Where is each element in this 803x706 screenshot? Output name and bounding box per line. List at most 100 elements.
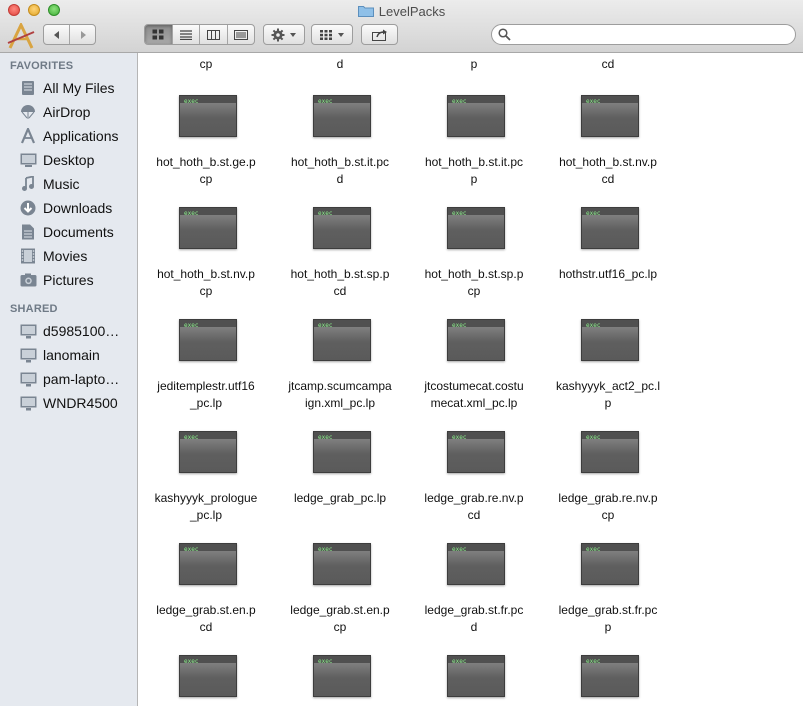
file-name-line-2: cp: [199, 172, 213, 186]
file-item[interactable]: exec jtcamp.scumcampa ign.xml_pc.lp: [273, 319, 407, 431]
back-button[interactable]: [44, 25, 70, 44]
file-item-partial[interactable]: d: [273, 53, 407, 79]
column-view-icon: [206, 29, 220, 40]
file-name-line-1: hot_hoth_b.st.sp.p: [290, 267, 390, 281]
chevron-down-icon: [290, 32, 296, 37]
file-item[interactable]: exec jtcostumecat.costu mecat.xml_pc.lp: [407, 319, 541, 431]
file-name-line-2: cd: [467, 508, 481, 522]
file-item[interactable]: exec ledge_grab_pc.lp: [273, 431, 407, 543]
search-field[interactable]: [491, 24, 796, 45]
exec-file-icon: exec: [313, 431, 371, 473]
sidebar-item-shared-0[interactable]: d5985100…: [0, 319, 137, 343]
forward-button[interactable]: [70, 25, 95, 44]
desktop-icon: [19, 151, 37, 169]
column-view-button[interactable]: [200, 25, 228, 44]
window-title: LevelPacks: [378, 3, 446, 19]
thumb-label: exec: [586, 434, 601, 441]
sidebar-item-shared-2[interactable]: pam-lapto…: [0, 367, 137, 391]
file-item[interactable]: exec jeditemplestr.utf16 _pc.lp: [139, 319, 273, 431]
movies-icon: [19, 247, 37, 265]
file-name: cd: [601, 57, 615, 71]
computer-icon: [19, 322, 37, 340]
sidebar-item-favorite-6[interactable]: Documents: [0, 220, 137, 244]
sidebar-item-favorite-8[interactable]: Pictures: [0, 268, 137, 292]
file-item[interactable]: exec ledge_grab.st.en.p cp: [273, 543, 407, 655]
sidebar-item-shared-3[interactable]: WNDR4500: [0, 391, 137, 415]
file-name-line-2: cp: [467, 284, 481, 298]
sidebar-item-favorite-7[interactable]: Movies: [0, 244, 137, 268]
file-item[interactable]: exec ledge_grab.re.nv.p cp: [541, 431, 675, 543]
file-name-line-1: ledge_grab.st.fr.pc: [424, 603, 524, 617]
file-item[interactable]: exec hot_hoth_b.st.sp.p cd: [273, 207, 407, 319]
sidebar-item-favorite-0[interactable]: All My Files: [0, 76, 137, 100]
file-item[interactable]: exec ledge_grab.re.nv.p cd: [407, 431, 541, 543]
file-name-line-2: ign.xml_pc.lp: [304, 396, 376, 410]
file-item-partial[interactable]: exec: [273, 655, 407, 706]
gear-icon: [271, 28, 285, 41]
sidebar-item-label: Music: [43, 176, 80, 192]
app-logo-icon[interactable]: [7, 21, 35, 49]
file-name-line-2: _pc.lp: [189, 508, 223, 522]
sidebar: FAVORITES SHARED All My Files AirDrop Appl…: [0, 53, 138, 706]
file-item[interactable]: exec kashyyyk_prologue _pc.lp: [139, 431, 273, 543]
thumb-label: exec: [318, 546, 333, 553]
arrange-menu-button[interactable]: [311, 24, 353, 45]
sidebar-item-shared-1[interactable]: lanomain: [0, 343, 137, 367]
file-name-line-2: d: [470, 620, 478, 634]
file-item-partial[interactable]: p: [407, 53, 541, 79]
file-name-line-2: p: [604, 396, 612, 410]
list-view-button[interactable]: [173, 25, 200, 44]
thumb-label: exec: [586, 658, 601, 665]
file-item[interactable]: exec hot_hoth_b.st.sp.pcp: [407, 207, 541, 319]
file-item[interactable]: exec ledge_grab.st.fr.pc p: [541, 543, 675, 655]
file-item[interactable]: exec hot_hoth_b.st.ge.p cp: [139, 95, 273, 207]
file-item-partial[interactable]: cp: [139, 53, 273, 79]
sidebar-item-label: pam-lapto…: [43, 371, 120, 387]
sidebar-item-label: WNDR4500: [43, 395, 118, 411]
sidebar-item-favorite-5[interactable]: Downloads: [0, 196, 137, 220]
file-item-partial[interactable]: exec: [139, 655, 273, 706]
file-item[interactable]: exec hot_hoth_b.st.nv.p cd: [541, 95, 675, 207]
sidebar-item-favorite-1[interactable]: AirDrop: [0, 100, 137, 124]
cover-flow-view-button[interactable]: [228, 25, 255, 44]
file-item-partial[interactable]: cd: [541, 53, 675, 79]
exec-file-icon: exec: [581, 655, 639, 697]
file-item[interactable]: exec ledge_grab.st.fr.pc d: [407, 543, 541, 655]
file-name-line-2: cp: [199, 284, 213, 298]
file-icon-grid: cp d p cd exec hot_hoth_b.st.ge.p cp exec hot_ho…: [139, 53, 803, 706]
file-name-line-1: kashyyyk_prologue: [154, 491, 258, 505]
file-name-line-1: hot_hoth_b.st.sp.p: [424, 267, 524, 281]
file-item[interactable]: exec kashyyyk_act2_pc.l p: [541, 319, 675, 431]
sidebar-item-favorite-3[interactable]: Desktop: [0, 148, 137, 172]
file-item[interactable]: exec hot_hoth_b.st.it.pc d: [273, 95, 407, 207]
thumb-label: exec: [452, 658, 467, 665]
thumb-label: exec: [452, 210, 467, 217]
share-button[interactable]: [361, 24, 398, 45]
thumb-label: exec: [586, 546, 601, 553]
computer-icon: [19, 394, 37, 412]
file-item[interactable]: exec hot_hoth_b.st.nv.p cp: [139, 207, 273, 319]
computer-icon: [19, 370, 37, 388]
file-item-partial[interactable]: exec: [407, 655, 541, 706]
thumb-label: exec: [184, 98, 199, 105]
thumb-label: exec: [184, 210, 199, 217]
action-menu-button[interactable]: [263, 24, 305, 45]
sidebar-item-favorite-4[interactable]: Music: [0, 172, 137, 196]
search-icon: [498, 28, 511, 41]
search-input[interactable]: [514, 26, 784, 43]
sidebar-item-favorite-2[interactable]: Applications: [0, 124, 137, 148]
sidebar-item-label: Movies: [43, 248, 88, 264]
file-item[interactable]: exec hothstr.utf16_pc.lp: [541, 207, 675, 319]
file-item[interactable]: exec ledge_grab.st.en.p cd: [139, 543, 273, 655]
icon-view-button[interactable]: [145, 25, 173, 44]
file-name-line-1: hot_hoth_b.st.it.pc: [290, 155, 390, 169]
exec-file-icon: exec: [179, 207, 237, 249]
icon-view-icon: [152, 29, 164, 40]
file-name-line-1: hot_hoth_b.st.nv.p: [559, 155, 657, 169]
sidebar-item-label: Pictures: [43, 272, 94, 288]
file-name-line-2: cd: [199, 620, 213, 634]
file-item-partial[interactable]: exec: [541, 655, 675, 706]
exec-file-icon: exec: [179, 95, 237, 137]
file-item[interactable]: exec hot_hoth_b.st.it.pc p: [407, 95, 541, 207]
exec-file-icon: exec: [581, 543, 639, 585]
